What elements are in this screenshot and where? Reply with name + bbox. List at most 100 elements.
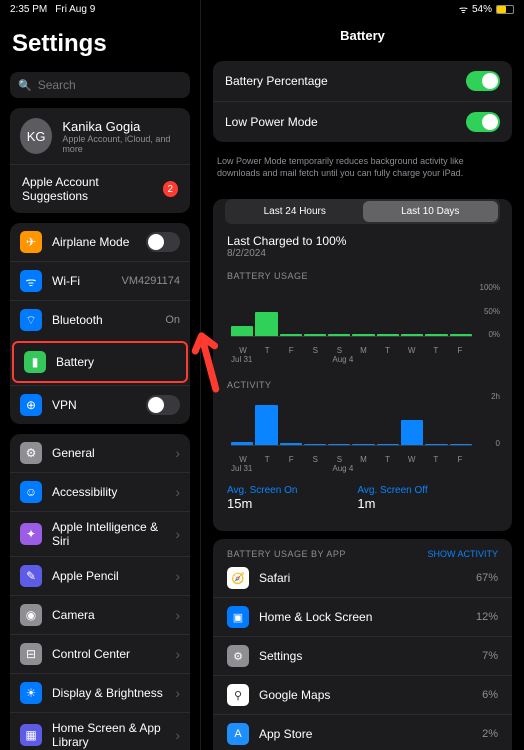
sidebar-item-accessibility[interactable]: ☺Accessibility› bbox=[10, 472, 190, 511]
chart-date-right-2: Aug 4 bbox=[332, 464, 353, 473]
activity-label: ACTIVITY bbox=[213, 370, 512, 394]
item-value: VM4291174 bbox=[121, 275, 180, 287]
sidebar-item-apple-pencil[interactable]: ✎Apple Pencil› bbox=[10, 556, 190, 595]
chart-bar bbox=[401, 334, 423, 336]
app-row-home-lock-screen[interactable]: ▣Home & Lock Screen12% bbox=[213, 597, 512, 636]
sidebar: Settings 🔍 🎙︎ KG Kanika Gogia Apple Acco… bbox=[0, 0, 200, 750]
sidebar-item-camera[interactable]: ◉Camera› bbox=[10, 595, 190, 634]
chevron-right-icon: › bbox=[175, 727, 180, 743]
app-icon: A bbox=[227, 723, 249, 745]
app-pct: 67% bbox=[476, 572, 498, 584]
sidebar-item-control-center[interactable]: ⊟Control Center› bbox=[10, 634, 190, 673]
sidebar-item-wi-fi[interactable]: ᯤ Wi-Fi VM4291174 bbox=[10, 261, 190, 300]
apps-header-title: BATTERY USAGE BY APP bbox=[227, 549, 346, 559]
item-value: On bbox=[165, 314, 180, 326]
chart-bar bbox=[255, 312, 277, 336]
last-charge-title: Last Charged to 100% bbox=[227, 234, 498, 248]
chevron-right-icon: › bbox=[175, 484, 180, 500]
toggle[interactable] bbox=[146, 232, 180, 252]
chart-bar bbox=[280, 443, 302, 446]
search-input[interactable]: 🔍 🎙︎ bbox=[10, 72, 190, 98]
battery-usage-chart[interactable]: 100% 50% 0% WTFSSMTWTF bbox=[225, 285, 500, 355]
item-icon: ▦ bbox=[20, 724, 42, 746]
item-icon: ⚙︎ bbox=[20, 442, 42, 464]
status-battery-pct: 54% bbox=[472, 4, 492, 15]
app-name: Safari bbox=[259, 571, 466, 585]
item-label: Wi-Fi bbox=[52, 274, 111, 288]
chart-bar bbox=[450, 334, 472, 336]
account-suggestions[interactable]: Apple Account Suggestions 2 bbox=[10, 164, 190, 213]
toggle[interactable] bbox=[146, 395, 180, 415]
item-label: Apple Intelligence & Siri bbox=[52, 520, 165, 548]
avatar: KG bbox=[20, 118, 52, 154]
item-label: Apple Pencil bbox=[52, 569, 165, 583]
suggestion-label: Apple Account Suggestions bbox=[22, 175, 163, 203]
chart-bar bbox=[328, 334, 350, 336]
toggle[interactable] bbox=[466, 112, 500, 132]
item-label: Display & Brightness bbox=[52, 686, 165, 700]
chart-date-left: Jul 31 bbox=[231, 355, 252, 364]
time-segment[interactable]: Last 24 Hours Last 10 Days bbox=[225, 199, 500, 224]
item-icon: ⌔ bbox=[20, 309, 42, 331]
item-icon: ⊕ bbox=[20, 394, 42, 416]
page-title: Settings bbox=[0, 22, 200, 66]
chart-bar bbox=[401, 420, 423, 446]
item-label: Home Screen & App Library bbox=[52, 721, 165, 749]
search-field[interactable] bbox=[38, 78, 193, 92]
sidebar-item-home-screen-app-library[interactable]: ▦ Home Screen & App Library › bbox=[10, 712, 190, 750]
app-icon: ⚲ bbox=[227, 684, 249, 706]
sidebar-item-apple-intelligence-siri[interactable]: ✦Apple Intelligence & Siri› bbox=[10, 511, 190, 556]
app-icon: ⚙︎ bbox=[227, 645, 249, 667]
sidebar-item-vpn[interactable]: ⊕VPN bbox=[10, 385, 190, 424]
app-row-app-store[interactable]: A App Store 2% bbox=[213, 714, 512, 750]
toggle-row-battery-percentage[interactable]: Battery Percentage bbox=[213, 61, 512, 101]
chart-date-left-2: Jul 31 bbox=[231, 464, 252, 473]
item-icon: ✈︎ bbox=[20, 231, 42, 253]
app-pct: 6% bbox=[482, 689, 498, 701]
app-row-settings[interactable]: ⚙︎Settings7% bbox=[213, 636, 512, 675]
segment-24h[interactable]: Last 24 Hours bbox=[227, 201, 363, 222]
show-activity-button[interactable]: SHOW ACTIVITY bbox=[427, 549, 498, 559]
battery-usage-label: BATTERY USAGE bbox=[213, 261, 512, 285]
app-icon: ▣ bbox=[227, 606, 249, 628]
toggle[interactable] bbox=[466, 71, 500, 91]
item-icon: ☺ bbox=[20, 481, 42, 503]
chevron-right-icon: › bbox=[175, 445, 180, 461]
account-row[interactable]: KG Kanika Gogia Apple Account, iCloud, a… bbox=[10, 108, 190, 164]
chart-bar bbox=[280, 334, 302, 336]
chart-bar bbox=[304, 334, 326, 336]
account-name: Kanika Gogia bbox=[62, 119, 180, 134]
avg-screen-on: Avg. Screen On 15m bbox=[227, 485, 297, 511]
low-power-hint: Low Power Mode temporarily reduces backg… bbox=[201, 150, 524, 189]
item-icon: ᯤ bbox=[20, 270, 42, 292]
toggle-label: Low Power Mode bbox=[225, 115, 318, 129]
sidebar-item-airplane-mode[interactable]: ✈︎Airplane Mode bbox=[10, 223, 190, 261]
item-label: Bluetooth bbox=[52, 313, 155, 327]
sidebar-item-bluetooth[interactable]: ⌔ Bluetooth On bbox=[10, 300, 190, 339]
app-name: App Store bbox=[259, 727, 472, 741]
app-name: Home & Lock Screen bbox=[259, 610, 466, 624]
chevron-right-icon: › bbox=[175, 685, 180, 701]
app-row-google-maps[interactable]: ⚲Google Maps6% bbox=[213, 675, 512, 714]
toggle-row-low-power-mode[interactable]: Low Power Mode bbox=[213, 101, 512, 142]
detail-panel: Battery Battery PercentageLow Power Mode… bbox=[200, 0, 524, 750]
segment-10d[interactable]: Last 10 Days bbox=[363, 201, 499, 222]
chevron-right-icon: › bbox=[175, 607, 180, 623]
chart-bar bbox=[231, 326, 253, 336]
item-icon: ⊟ bbox=[20, 643, 42, 665]
activity-chart[interactable]: 2h 0 WTFSSMTWTF bbox=[225, 394, 500, 464]
chart-bar bbox=[425, 444, 447, 445]
sidebar-item-display-brightness[interactable]: ☀Display & Brightness› bbox=[10, 673, 190, 712]
wifi-icon: ᯤ bbox=[459, 2, 468, 16]
app-row-safari[interactable]: 🧭Safari67% bbox=[213, 559, 512, 597]
chevron-right-icon: › bbox=[175, 526, 180, 542]
sidebar-item-battery[interactable]: ▮Battery bbox=[12, 341, 188, 383]
item-icon: ✎ bbox=[20, 565, 42, 587]
app-pct: 2% bbox=[482, 728, 498, 740]
status-time: 2:35 PM bbox=[10, 4, 47, 15]
item-label: Camera bbox=[52, 608, 165, 622]
avg-screen-off: Avg. Screen Off 1m bbox=[357, 485, 427, 511]
toggle-label: Battery Percentage bbox=[225, 74, 328, 88]
sidebar-item-general[interactable]: ⚙︎General› bbox=[10, 434, 190, 472]
chart-bar bbox=[377, 334, 399, 336]
